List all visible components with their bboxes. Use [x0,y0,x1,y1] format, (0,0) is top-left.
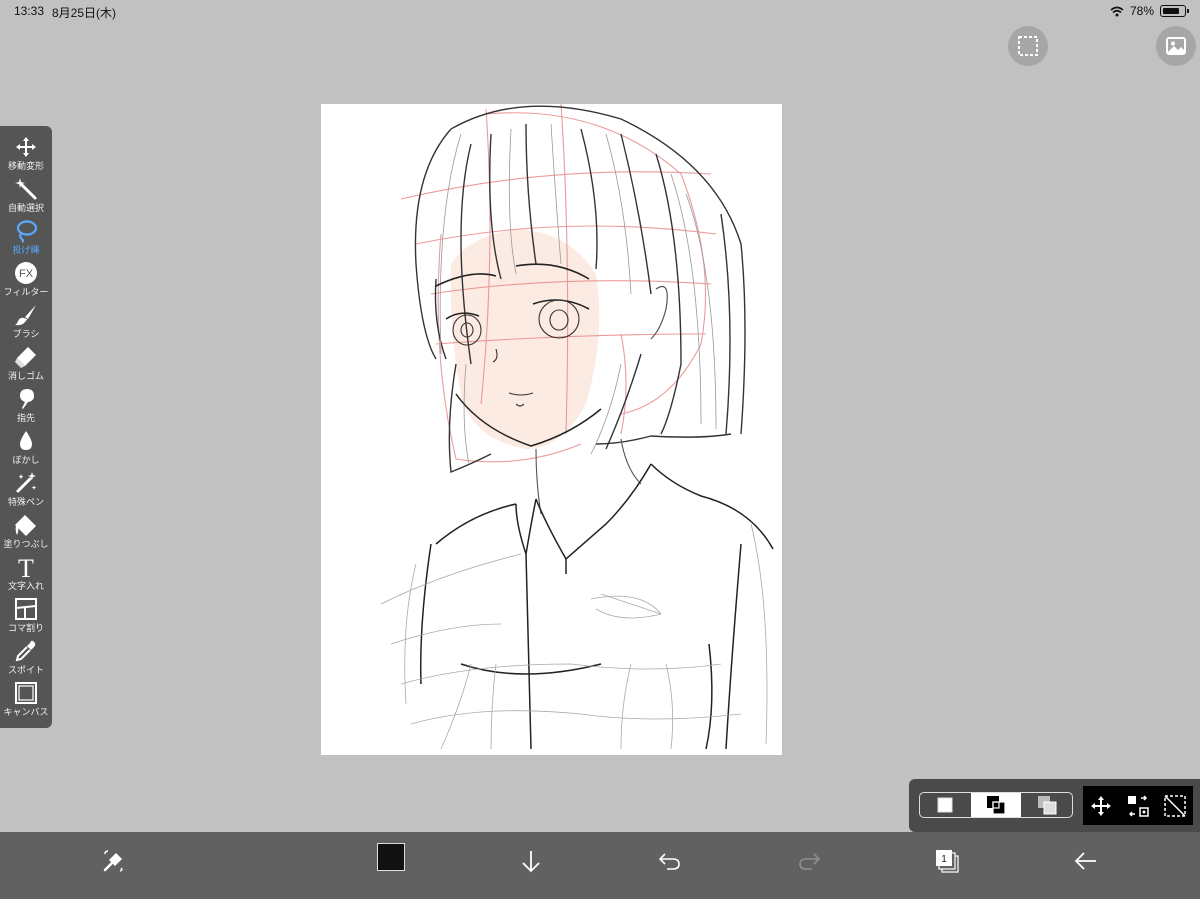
tool-label: 文字入れ [7,581,44,591]
tool-fill[interactable]: 塗りつぶし [0,512,52,554]
frame-divider-icon [15,598,37,620]
selection-mode-segmented [919,792,1073,818]
mode-subtract-selection[interactable] [1021,793,1072,817]
selection-mode-panel [909,779,1200,832]
layers-button[interactable]: 1 [932,846,962,876]
tool-label: フィルター [3,287,49,297]
color-chip[interactable] [377,843,405,871]
bucket-icon [15,515,36,536]
tool-label: 投げ縄 [12,245,40,255]
sketch-artwork [380,104,774,750]
drawing-canvas[interactable] [321,104,782,755]
tool-finger[interactable]: 指先 [0,386,52,428]
tool-label: コマ割り [7,623,44,633]
new-selection-icon [937,797,953,813]
battery-percent: 78% [1129,4,1154,18]
status-right: 78% [1110,3,1189,19]
tool-auto-select[interactable]: 自動選択 [0,176,52,218]
move-selection-icon[interactable] [1089,794,1113,818]
tool-label: 消しゴム [7,371,44,381]
wifi-icon [1110,6,1124,16]
tool-text[interactable]: T 文字入れ [0,554,52,596]
canvas-icon [15,682,37,704]
tool-label: 自動選択 [7,203,44,213]
status-time: 13:33 [14,4,45,18]
tool-canvas[interactable]: キャンバス [0,680,52,722]
tool-label: 指先 [16,413,35,423]
tool-filter[interactable]: FX フィルター [0,260,52,302]
lasso-icon [16,220,38,243]
finger-icon [20,389,34,409]
redo-icon [799,853,821,870]
text-icon: T [18,555,34,579]
eraser-icon [15,347,36,368]
tool-brush[interactable]: ブラシ [0,302,52,344]
tool-eraser[interactable]: 消しゴム [0,344,52,386]
status-date: 8月25日(木) [52,6,117,20]
eyedropper-icon [15,640,36,662]
download-button[interactable] [516,846,546,876]
tool-move[interactable]: 移動変形 [0,134,52,176]
mode-new-selection[interactable] [920,793,971,817]
tool-palette: 移動変形 自動選択 投げ縄 FX フィルター ブラシ 消しゴム 指先 ぼかし 特… [0,126,52,728]
tool-label: スポイト [7,665,44,675]
subtract-selection-icon [1037,796,1057,815]
bottom-toolbar: 1 [0,832,1200,899]
tool-label: ぼかし [12,455,40,465]
svg-text:T: T [18,555,34,579]
layers-icon: 1 [936,850,959,873]
tool-lasso[interactable]: 投げ縄 [0,218,52,260]
selection-rect-icon [1018,36,1038,56]
tool-label: 移動変形 [7,161,44,171]
tool-special-pen[interactable]: 特殊ペン [0,470,52,512]
selection-toggle-button[interactable] [1008,26,1048,66]
brush-icon [15,305,36,326]
special-pen-icon [16,472,37,493]
selection-actions [1083,786,1193,825]
deselect-icon[interactable] [1163,794,1187,818]
add-selection-icon [987,796,1006,815]
tool-eyedropper[interactable]: スポイト [0,638,52,680]
download-icon [522,851,540,873]
redo-button[interactable] [794,846,824,876]
undo-button[interactable] [655,846,685,876]
gallery-button[interactable] [1156,26,1196,66]
battery-icon [1160,5,1189,17]
status-bar: 13:33 8月25日(木) 78% [0,0,1200,22]
layer-count: 1 [941,854,947,865]
magic-wand-icon [15,178,37,200]
transform-selection-icon[interactable] [1126,794,1150,818]
blur-drop-icon [20,431,32,450]
svg-text:FX: FX [19,268,34,280]
move-icon [16,137,36,157]
tool-frame-divider[interactable]: コマ割り [0,596,52,638]
tool-label: 塗りつぶし [3,539,49,549]
tool-label: 特殊ペン [7,497,44,507]
tool-label: ブラシ [12,329,40,339]
tool-blur[interactable]: ぼかし [0,428,52,470]
fx-icon: FX [15,262,37,284]
quick-tools-button[interactable] [99,846,129,876]
quick-tools-icon [103,850,123,872]
undo-icon [658,853,680,870]
back-icon [1074,852,1096,870]
back-button[interactable] [1071,846,1101,876]
gallery-icon [1166,37,1186,55]
mode-add-selection[interactable] [970,793,1022,817]
tool-label: キャンバス [3,707,49,717]
